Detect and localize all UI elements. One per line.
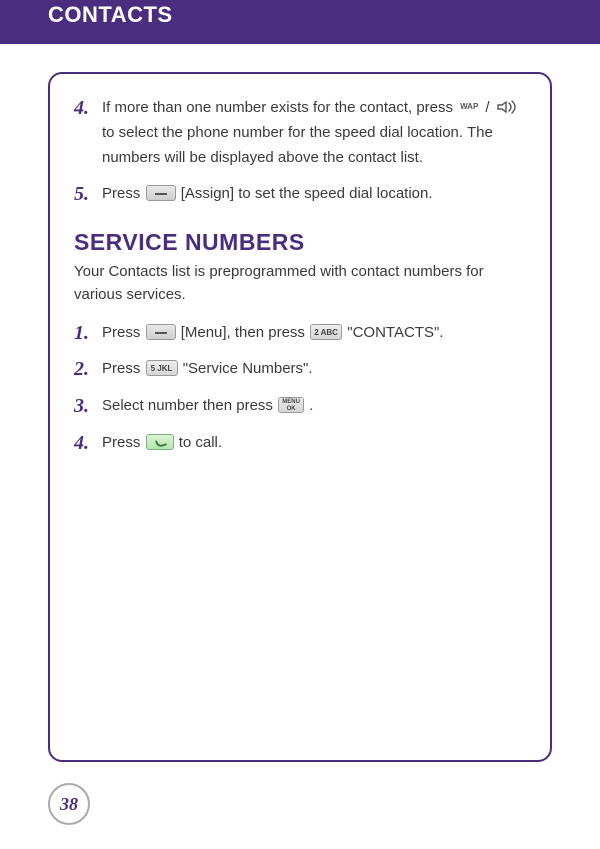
wap-key-icon: WAP (458, 100, 480, 114)
page-number: 38 (60, 794, 78, 815)
text-fragment: Select number then press (102, 397, 277, 414)
content-frame: 4. If more than one number exists for th… (48, 72, 552, 762)
step-number: 2. (74, 357, 102, 381)
step-text: If more than one number exists for the c… (102, 96, 526, 170)
softkey-icon (146, 185, 176, 201)
text-fragment: Press (102, 434, 145, 451)
section-heading: SERVICE NUMBERS (74, 229, 526, 256)
key-5jkl-icon: 5 JKL (146, 360, 178, 376)
text-fragment: Press (102, 185, 145, 202)
section-lead: Your Contacts list is preprogrammed with… (74, 260, 526, 307)
step-5: 5. Press [Assign] to set the speed dial … (74, 182, 526, 207)
softkey-icon (146, 324, 176, 340)
step-number: 5. (74, 182, 102, 206)
service-step-3: 3. Select number then press MENUOK . (74, 394, 526, 419)
text-fragment: If more than one number exists for the c… (102, 99, 457, 116)
header-bar: CONTACTS (0, 0, 600, 44)
service-step-1: 1. Press [Menu], then press 2 ABC "CONTA… (74, 321, 526, 346)
step-number: 1. (74, 321, 102, 345)
text-fragment: Press (102, 360, 145, 377)
step-text: Press [Assign] to set the speed dial loc… (102, 182, 433, 207)
text-fragment: to select the phone number for the speed… (102, 124, 493, 166)
page: CONTACTS 4. If more than one number exis… (0, 0, 600, 849)
call-key-icon (146, 434, 174, 450)
step-text: Press 5 JKL "Service Numbers". (102, 357, 313, 382)
service-step-2: 2. Press 5 JKL "Service Numbers". (74, 357, 526, 382)
page-number-badge: 38 (48, 783, 90, 825)
step-number: 4. (74, 96, 102, 120)
service-numbers-steps: 1. Press [Menu], then press 2 ABC "CONTA… (74, 321, 526, 456)
speaker-key-icon (495, 100, 519, 114)
text-fragment: [Assign] to set the speed dial location. (181, 185, 433, 202)
text-fragment: "Service Numbers". (183, 360, 313, 377)
text-fragment: [Menu], then press (181, 324, 309, 341)
page-title: CONTACTS (48, 2, 173, 28)
text-fragment: to call. (179, 434, 222, 451)
step-text: Select number then press MENUOK . (102, 394, 313, 419)
step-4: 4. If more than one number exists for th… (74, 96, 526, 170)
speed-dial-steps-continued: 4. If more than one number exists for th… (74, 96, 526, 207)
key-2abc-icon: 2 ABC (310, 324, 342, 340)
text-fragment: "CONTACTS". (347, 324, 443, 341)
text-fragment: / (485, 99, 493, 116)
text-fragment: Press (102, 324, 145, 341)
text-fragment: . (309, 397, 313, 414)
menu-ok-key-icon: MENUOK (278, 397, 304, 413)
step-text: Press to call. (102, 431, 222, 456)
step-number: 3. (74, 394, 102, 418)
step-text: Press [Menu], then press 2 ABC "CONTACTS… (102, 321, 443, 346)
step-number: 4. (74, 431, 102, 455)
service-step-4: 4. Press to call. (74, 431, 526, 456)
